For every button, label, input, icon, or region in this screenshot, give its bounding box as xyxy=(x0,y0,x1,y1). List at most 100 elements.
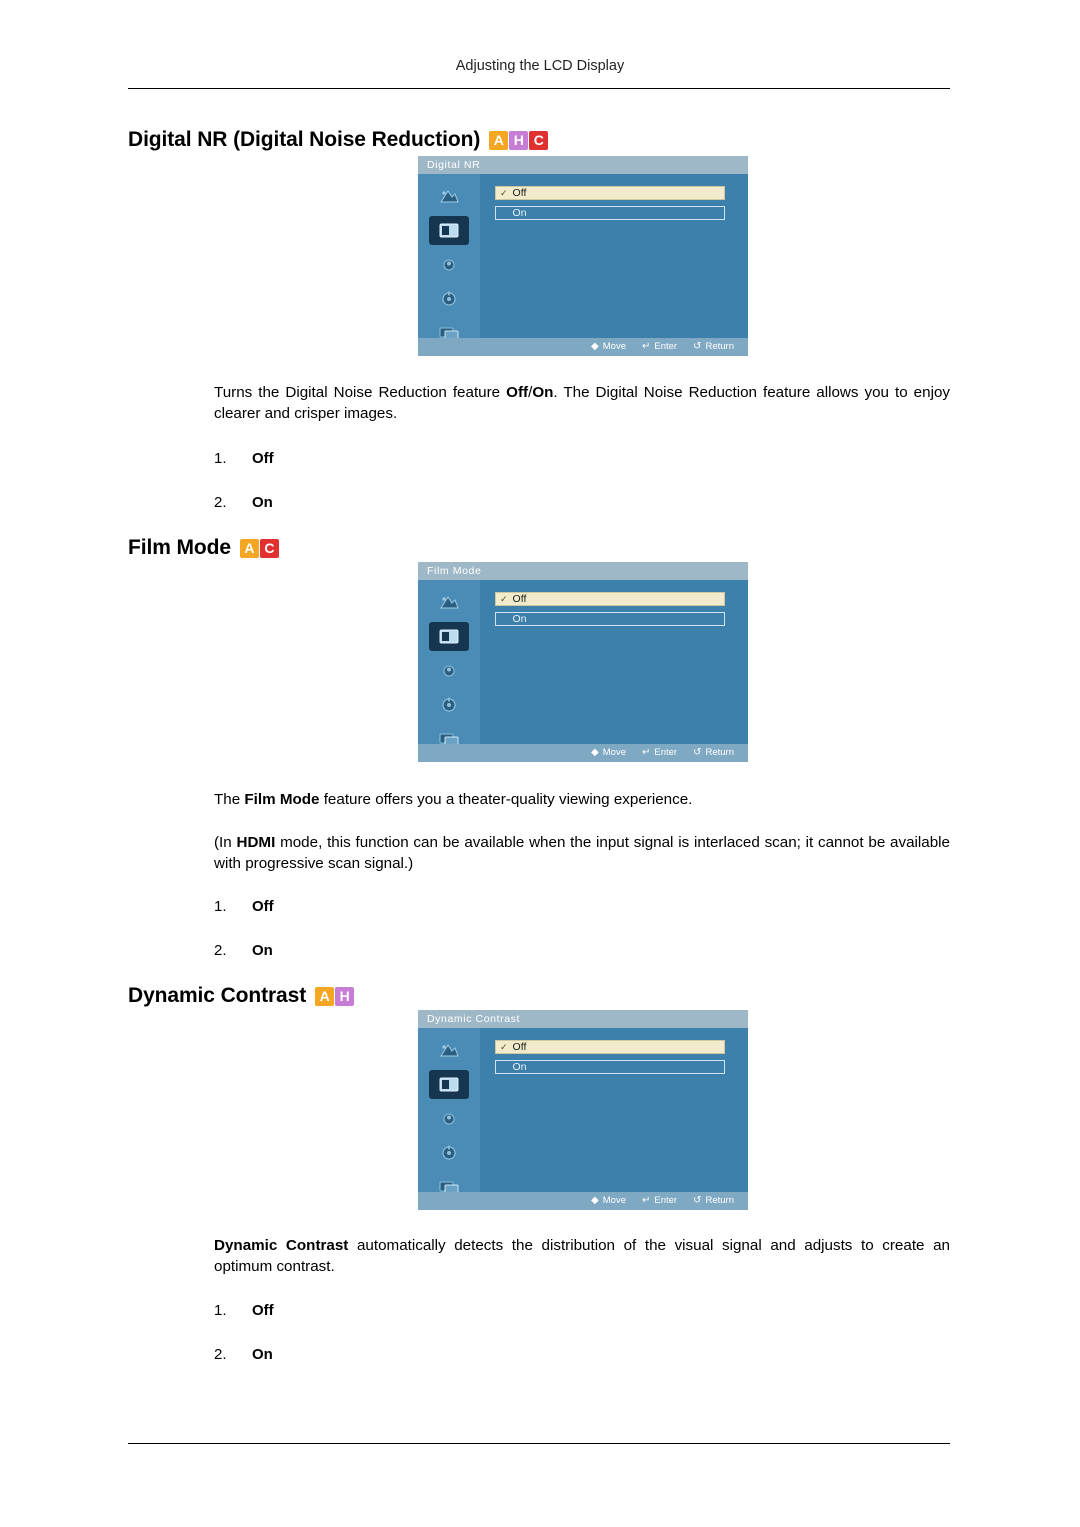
osd-footer-move-label: Move xyxy=(602,1195,626,1206)
osd-option-off-label: Off xyxy=(512,1041,527,1053)
osd-sidebar-film-mode xyxy=(418,580,480,746)
badge-c-icon: C xyxy=(259,538,279,558)
osd-option-off-label: Off xyxy=(512,593,527,605)
paragraph-film-mode-1: The Film Mode feature offers you a theat… xyxy=(214,791,693,808)
list-number: 1. xyxy=(214,450,227,467)
osd-icon-image[interactable] xyxy=(429,216,469,245)
badge-h-icon: H xyxy=(509,130,529,150)
list-value: On xyxy=(252,942,273,959)
osd-footer-dynamic-contrast: ◆ Move ↵ Enter ↺ Return xyxy=(418,1192,748,1210)
osd-sidebar-dynamic-contrast xyxy=(418,1028,480,1194)
list-number: 1. xyxy=(214,1302,227,1319)
footer-divider xyxy=(128,1443,950,1444)
badge-group-digital-nr: A H C xyxy=(489,130,549,150)
osd-icon-sound[interactable] xyxy=(429,250,469,279)
osd-footer-move-label: Move xyxy=(602,747,626,758)
list-film-mode: 1. Off 2. On xyxy=(214,896,274,984)
enter-key-icon: ↵ xyxy=(641,1195,651,1206)
osd-icon-sound[interactable] xyxy=(429,1104,469,1133)
osd-footer-return-label: Return xyxy=(705,747,734,758)
list-item: 2. On xyxy=(214,1344,274,1388)
badge-a-icon: A xyxy=(239,538,259,558)
osd-footer-return: ↺ Return xyxy=(693,338,734,356)
list-item: 1. Off xyxy=(214,1300,274,1344)
osd-icon-picture[interactable] xyxy=(429,588,469,617)
heading-digital-nr-text: Digital NR (Digital Noise Reduction) xyxy=(128,128,481,151)
osd-footer-enter: ↵ Enter xyxy=(642,338,677,356)
osd-option-on-label: On xyxy=(512,207,527,219)
osd-main-film-mode: ✓ Off ✓ On xyxy=(480,580,748,744)
check-icon: ✓ xyxy=(500,1042,508,1052)
osd-sidebar-digital-nr xyxy=(418,174,480,340)
osd-option-on[interactable]: ✓ On xyxy=(495,1060,725,1074)
list-number: 2. xyxy=(214,942,227,959)
osd-option-off[interactable]: ✓ Off xyxy=(495,592,725,606)
osd-footer-return-label: Return xyxy=(705,1195,734,1206)
return-arrow-icon: ↺ xyxy=(693,747,702,758)
page-running-head: Adjusting the LCD Display xyxy=(455,58,625,74)
osd-icon-setup[interactable] xyxy=(429,1138,469,1167)
osd-option-on[interactable]: ✓ On xyxy=(495,612,725,626)
osd-footer-film-mode: ◆ Move ↵ Enter ↺ Return xyxy=(418,744,748,762)
osd-footer-enter: ↵ Enter xyxy=(642,744,677,762)
list-item: 2. On xyxy=(214,492,274,536)
list-value: Off xyxy=(252,450,274,467)
heading-dynamic-contrast: Dynamic Contrast A H xyxy=(128,984,355,1008)
osd-footer-move-label: Move xyxy=(602,341,626,352)
osd-title-digital-nr: Digital NR xyxy=(418,156,748,174)
osd-footer-enter-label: Enter xyxy=(654,747,678,758)
osd-option-off[interactable]: ✓ Off xyxy=(495,1040,725,1054)
osd-icon-picture[interactable] xyxy=(429,182,469,211)
osd-option-off-label: Off xyxy=(512,187,527,199)
osd-footer-enter-label: Enter xyxy=(654,341,678,352)
list-item: 2. On xyxy=(214,940,274,984)
osd-footer-move: ◆ Move xyxy=(591,338,626,356)
osd-footer-move: ◆ Move xyxy=(591,744,626,762)
enter-key-icon: ↵ xyxy=(641,747,651,758)
osd-footer-enter: ↵ Enter xyxy=(642,1192,677,1210)
list-number: 1. xyxy=(214,898,227,915)
bold-off: Off xyxy=(506,384,529,401)
osd-option-on[interactable]: ✓ On xyxy=(495,206,725,220)
osd-title-dynamic-contrast: Dynamic Contrast xyxy=(418,1010,748,1028)
enter-key-icon: ↵ xyxy=(641,341,651,352)
osd-footer-return: ↺ Return xyxy=(693,1192,734,1210)
list-number: 2. xyxy=(214,1346,227,1363)
paragraph-digital-nr: Turns the Digital Noise Reduction featur… xyxy=(214,384,950,422)
list-number: 2. xyxy=(214,494,227,511)
osd-icon-setup[interactable] xyxy=(429,284,469,313)
osd-icon-sound[interactable] xyxy=(429,656,469,685)
heading-digital-nr: Digital NR (Digital Noise Reduction) A H… xyxy=(128,128,549,152)
osd-option-on-label: On xyxy=(512,613,527,625)
osd-main-dynamic-contrast: ✓ Off ✓ On xyxy=(480,1028,748,1192)
osd-footer-enter-label: Enter xyxy=(654,1195,678,1206)
badge-a-icon: A xyxy=(315,986,335,1006)
badge-c-icon: C xyxy=(529,130,549,150)
heading-film-mode-text: Film Mode xyxy=(128,536,231,559)
osd-option-off[interactable]: ✓ Off xyxy=(495,186,725,200)
paragraph-film-mode-2: (In HDMI mode, this function can be avai… xyxy=(214,834,950,872)
document-page: Adjusting the LCD Display Digital NR (Di… xyxy=(0,0,1080,1527)
list-item: 1. Off xyxy=(214,896,274,940)
osd-icon-image[interactable] xyxy=(429,1070,469,1099)
check-icon: ✓ xyxy=(500,594,508,604)
move-arrow-icon: ◆ xyxy=(591,341,599,352)
badge-a-icon: A xyxy=(489,130,509,150)
move-arrow-icon: ◆ xyxy=(591,747,599,758)
check-icon: ✓ xyxy=(500,188,508,198)
osd-footer-move: ◆ Move xyxy=(591,1192,626,1210)
header-divider xyxy=(128,88,950,89)
bold-hdmi: HDMI xyxy=(236,834,276,851)
osd-icon-image[interactable] xyxy=(429,622,469,651)
osd-icon-setup[interactable] xyxy=(429,690,469,719)
osd-main-digital-nr: ✓ Off ✓ On xyxy=(480,174,748,338)
osd-footer-return-label: Return xyxy=(705,341,734,352)
heading-dynamic-contrast-text: Dynamic Contrast xyxy=(128,984,307,1007)
bold-on: On xyxy=(532,384,554,401)
list-value: Off xyxy=(252,898,274,915)
bold-dynamic-contrast: Dynamic Contrast xyxy=(214,1237,349,1254)
badge-group-film-mode: A C xyxy=(239,538,279,558)
list-digital-nr: 1. Off 2. On xyxy=(214,448,274,536)
list-value: Off xyxy=(252,1302,274,1319)
osd-icon-picture[interactable] xyxy=(429,1036,469,1065)
